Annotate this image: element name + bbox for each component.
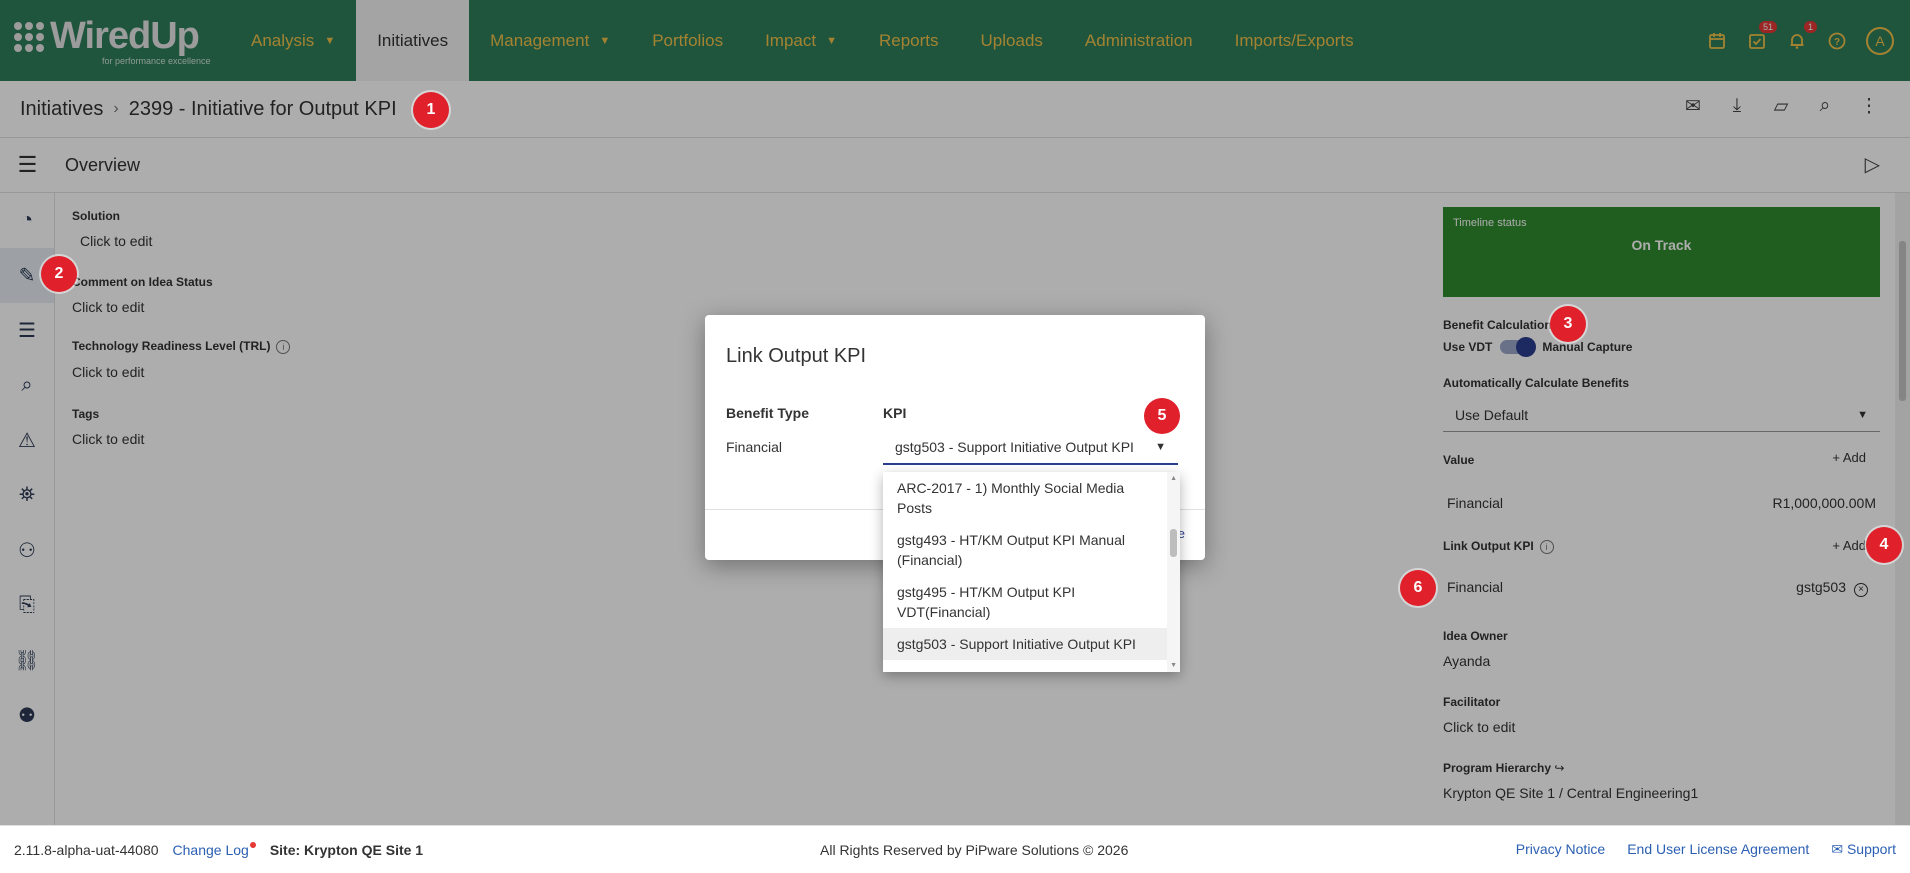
kpi-select[interactable]: gstg503 - Support Initiative Output KPI … bbox=[883, 431, 1178, 465]
version-text: 2.11.8-alpha-uat-44080 bbox=[14, 841, 159, 858]
dialog-title: Link Output KPI bbox=[726, 345, 867, 367]
benefit-type-value: Financial bbox=[726, 439, 783, 455]
support-link[interactable]: ✉ Support bbox=[1831, 841, 1896, 858]
annotation-marker: 6 bbox=[1400, 570, 1436, 606]
changelog-label: Change Log bbox=[172, 841, 249, 858]
annotation-marker: 5 bbox=[1144, 398, 1180, 434]
kpi-option[interactable]: gstg493 - HT/KM Output KPI Manual (Finan… bbox=[883, 524, 1167, 576]
footer: 2.11.8-alpha-uat-44080 Change Log Site: … bbox=[0, 825, 1910, 873]
kpi-header: KPI bbox=[883, 405, 907, 421]
annotation-marker: 2 bbox=[41, 256, 77, 292]
support-label: Support bbox=[1846, 841, 1896, 857]
kpi-option[interactable]: gstg503 - Support Initiative Output KPI bbox=[883, 628, 1167, 660]
changelog-link[interactable]: Change Log bbox=[172, 841, 256, 858]
site-text: Site: Krypton QE Site 1 bbox=[269, 841, 424, 858]
kpi-options: ARC-2017 - 1) Monthly Social Media Posts… bbox=[883, 472, 1180, 660]
kpi-dropdown-list: ARC-2017 - 1) Monthly Social Media Posts… bbox=[883, 472, 1180, 672]
new-indicator-icon bbox=[249, 841, 256, 848]
eula-link[interactable]: End User License Agreement bbox=[1627, 841, 1809, 858]
scroll-up-icon[interactable]: ▲ bbox=[1170, 475, 1177, 482]
annotation-marker: 4 bbox=[1866, 527, 1902, 563]
kpi-selected-value: gstg503 - Support Initiative Output KPI bbox=[895, 439, 1134, 455]
privacy-link[interactable]: Privacy Notice bbox=[1516, 841, 1605, 858]
copyright-text: All Rights Reserved by PiPware Solutions… bbox=[820, 841, 1129, 858]
annotation-marker: 3 bbox=[1550, 306, 1586, 342]
kpi-option[interactable]: gstg495 - HT/KM Output KPI VDT(Financial… bbox=[883, 576, 1167, 628]
annotation-marker: 1 bbox=[413, 92, 449, 128]
dropdown-scrollbar[interactable]: ▲ ▼ bbox=[1167, 472, 1180, 672]
benefit-type-header: Benefit Type bbox=[726, 405, 809, 421]
caret-down-icon: ▼ bbox=[1155, 441, 1166, 453]
scroll-down-icon[interactable]: ▼ bbox=[1170, 662, 1177, 669]
support-icon: ✉ bbox=[1831, 841, 1847, 857]
kpi-option[interactable]: ARC-2017 - 1) Monthly Social Media Posts bbox=[883, 472, 1167, 524]
